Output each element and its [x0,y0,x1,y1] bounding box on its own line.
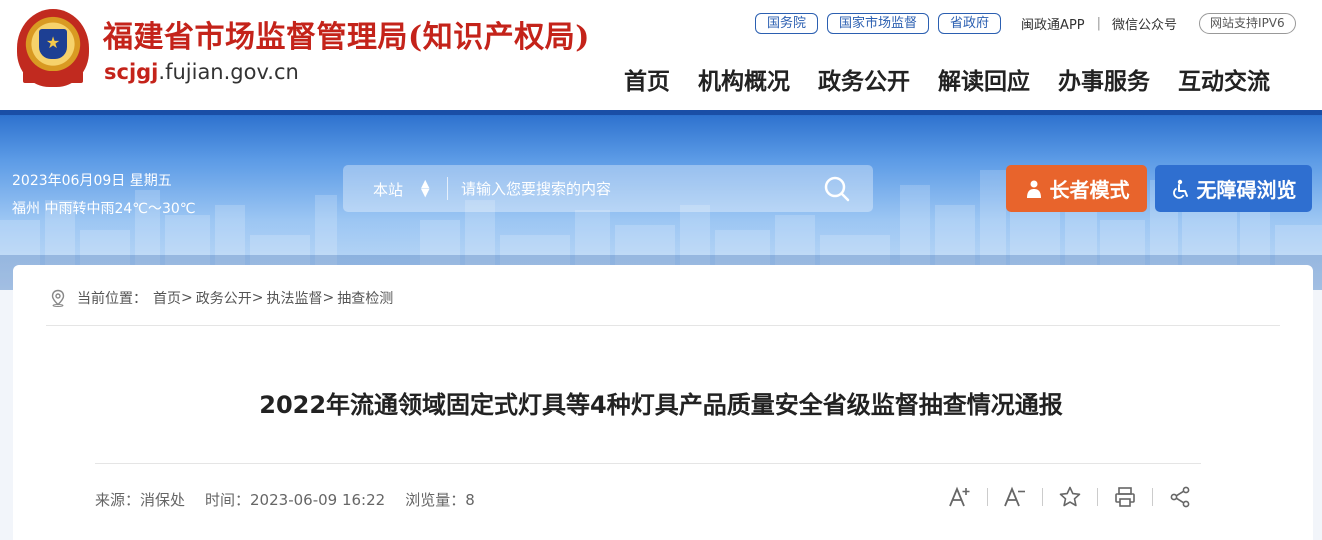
link-samr[interactable]: 国家市场监督 [827,12,930,34]
search-input[interactable] [461,178,801,200]
font-increase-icon[interactable] [948,485,972,509]
site-title[interactable]: 福建省市场监督管理局(知识产权局) [103,12,590,56]
nav-organization[interactable]: 机构概况 [698,62,790,96]
content-card: 当前位置： 首页 > 政务公开 > 执法监督 > 抽查检测 2022年流通领域固定式灯… [13,265,1313,540]
tool-divider [987,488,988,506]
breadcrumb-home[interactable]: 首页 [153,288,181,308]
location-pin-icon [51,289,65,307]
link-wechat[interactable]: 微信公众号 [1112,14,1177,33]
breadcrumb-separator: > [181,290,193,306]
main-nav: 首页 机构概况 政务公开 解读回应 办事服务 互动交流 [610,62,1284,96]
breadcrumb-label: 当前位置： [77,291,147,307]
title-divider [95,463,1201,464]
tool-divider [1152,488,1153,506]
sort-arrows-icon[interactable]: ▲ ▼ [421,178,429,198]
nav-home[interactable]: 首页 [624,62,670,96]
elder-person-icon [1026,180,1041,198]
article-meta: 来源：消保处 时间：2023-06-09 16:22 浏览量：8 [95,489,495,510]
domain-suffix: .fujian.gov.cn [158,60,299,84]
site-domain: scjgj.fujian.gov.cn [104,60,299,84]
domain-prefix: scjgj [104,60,159,84]
article-views: 浏览量：8 [405,491,475,509]
nav-government-affairs[interactable]: 政务公开 [818,62,910,96]
accessibility-label: 无障碍浏览 [1196,178,1297,202]
weather-info: 福州 中雨转中雨24℃～30℃ [12,201,196,217]
link-state-council[interactable]: 国务院 [755,12,819,34]
print-icon[interactable] [1113,485,1137,509]
breadcrumb-divider [46,325,1280,326]
top-links: 国务院 国家市场监督 省政府 闽政通APP | 微信公众号 网站支持IPV6 [755,11,1296,35]
nav-services[interactable]: 办事服务 [1058,62,1150,96]
elder-mode-label: 长者模式 [1049,178,1130,202]
link-divider: | [1096,15,1102,31]
tool-divider [1097,488,1098,506]
elder-mode-button[interactable]: 长者模式 [1006,165,1147,212]
breadcrumb-separator: > [322,290,335,306]
favorite-star-icon[interactable] [1058,485,1082,509]
article-title: 2022年流通领域固定式灯具等4种灯具产品质量安全省级监督抽查情况通报 [259,391,1063,419]
font-decrease-icon[interactable] [1003,485,1027,509]
emblem-icon[interactable]: ★ [17,9,89,87]
search-icon[interactable] [823,175,851,203]
breadcrumb-law-enforcement[interactable]: 执法监督 [266,288,322,308]
article-time: 时间：2023-06-09 16:22 [205,491,386,509]
accessibility-button[interactable]: 无障碍浏览 [1155,165,1312,212]
link-provincial-gov[interactable]: 省政府 [938,12,1002,34]
share-icon[interactable] [1168,485,1192,509]
site-header: ★ 福建省市场监督管理局(知识产权局) scjgj.fujian.gov.cn … [0,0,1322,110]
wheelchair-icon [1172,179,1188,199]
ipv6-badge: 网站支持IPV6 [1199,12,1296,34]
tool-divider [1042,488,1043,506]
current-date: 2023年06月09日 星期五 [12,173,172,189]
search-scope-select[interactable]: 本站 [373,179,403,200]
search-divider [447,177,448,200]
search-bar: 本站 ▲ ▼ [343,165,873,212]
link-app[interactable]: 闽政通APP [1021,14,1085,33]
breadcrumb-government-affairs[interactable]: 政务公开 [196,288,252,308]
article-tools [948,485,1192,509]
banner-top-stripe [0,110,1322,115]
article-source: 来源：消保处 [95,491,186,509]
nav-interpretation[interactable]: 解读回应 [938,62,1030,96]
emblem-ribbon [23,71,83,83]
breadcrumb-spot-check[interactable]: 抽查检测 [337,288,393,308]
nav-interaction[interactable]: 互动交流 [1178,62,1270,96]
emblem-shield: ★ [39,29,67,59]
breadcrumb: 当前位置： 首页 > 政务公开 > 执法监督 > 抽查检测 [49,288,393,308]
breadcrumb-separator: > [251,290,264,306]
